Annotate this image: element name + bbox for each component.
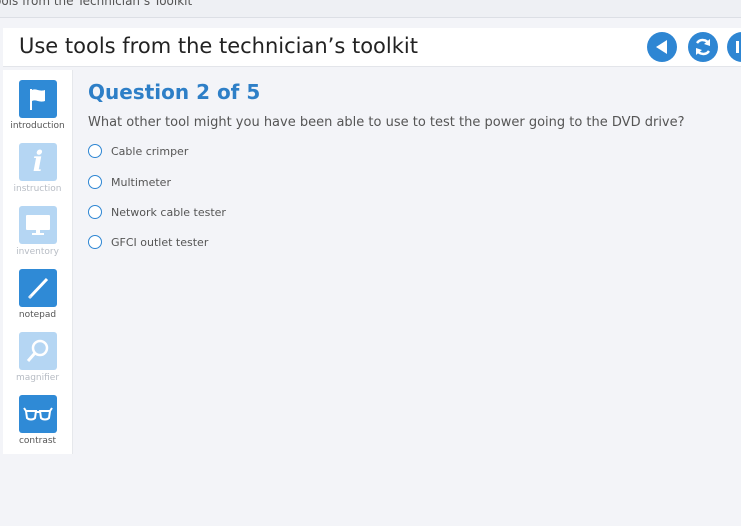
tool-label-magnifier: magnifier	[15, 373, 60, 383]
answer-label: GFCI outlet tester	[111, 235, 209, 249]
flag-icon	[19, 80, 57, 118]
radio-button[interactable]	[88, 144, 102, 158]
tool-label-contrast: contrast	[18, 436, 57, 446]
radio-button[interactable]	[88, 235, 102, 249]
glasses-icon	[19, 395, 57, 433]
info-icon: i	[19, 143, 57, 181]
radio-button[interactable]	[88, 175, 102, 189]
question-panel: Question 2 of 5 What other tool might yo…	[88, 80, 728, 249]
forward-icon	[736, 41, 739, 53]
toolkit-sidebar: introduction i instruction inventory not…	[3, 70, 73, 454]
answer-option-3[interactable]: Network cable tester	[88, 202, 226, 222]
back-arrow-icon	[656, 40, 667, 54]
tool-label-instruction: instruction	[13, 184, 62, 194]
answer-label: Cable crimper	[111, 144, 189, 158]
window-title-bar: ools from the Technician’s Toolkit	[0, 0, 741, 18]
tool-label-notepad: notepad	[18, 310, 57, 320]
question-text: What other tool might you have been able…	[88, 115, 685, 130]
tool-label-inventory: inventory	[16, 247, 59, 257]
pencil-icon	[19, 269, 57, 307]
answer-label: Network cable tester	[111, 205, 226, 219]
answer-option-1[interactable]: Cable crimper	[88, 141, 188, 161]
question-title: Question 2 of 5	[88, 80, 261, 104]
answer-option-2[interactable]: Multimeter	[88, 172, 171, 192]
next-button[interactable]	[727, 32, 741, 62]
replay-button[interactable]	[688, 32, 718, 62]
radio-button[interactable]	[88, 205, 102, 219]
page-title: Use tools from the technician’s toolkit	[19, 34, 418, 58]
magnifier-icon	[19, 332, 57, 370]
monitor-icon	[19, 206, 57, 244]
back-button[interactable]	[647, 32, 677, 62]
refresh-icon	[695, 38, 711, 56]
answer-option-4[interactable]: GFCI outlet tester	[88, 232, 208, 252]
answer-label: Multimeter	[111, 175, 171, 189]
window-title: ools from the Technician’s Toolkit	[0, 0, 193, 8]
activity-header: Use tools from the technician’s toolkit	[3, 28, 741, 67]
tool-label-introduction: introduction	[10, 121, 65, 131]
